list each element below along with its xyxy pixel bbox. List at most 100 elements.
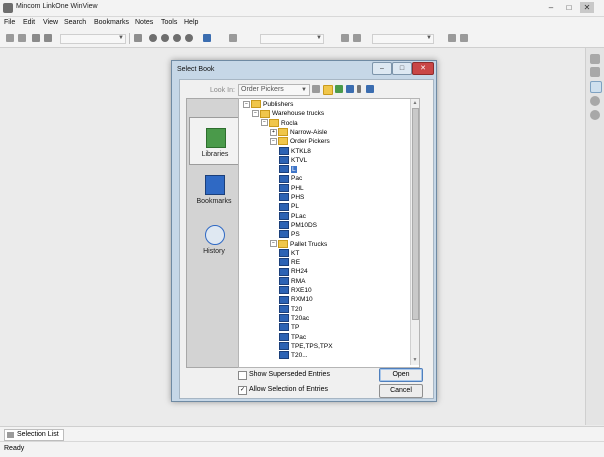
scroll-down-icon[interactable]: ▼	[412, 357, 418, 364]
menu-view[interactable]: View	[43, 19, 58, 26]
toolbar-dropdown-1[interactable]: ▼	[60, 34, 126, 44]
tree-book[interactable]: KT	[279, 249, 299, 258]
zoom-in-icon[interactable]	[149, 34, 157, 42]
tree-item-label: KT	[291, 249, 300, 257]
look-in-dropdown[interactable]: Order Pickers ▼	[238, 84, 310, 96]
tree-book[interactable]: PS	[279, 230, 300, 239]
tree-book[interactable]: L	[279, 165, 297, 174]
book-tree[interactable]: ▲ ▼ − Publishers − Warehouse trucks − Rocla + N…	[238, 98, 420, 368]
tree-book[interactable]: PHS	[279, 193, 304, 202]
book-icon	[279, 174, 289, 183]
tree-book[interactable]: RH24	[279, 267, 308, 276]
folder-icon	[251, 100, 261, 109]
page-icon[interactable]	[134, 34, 142, 42]
refresh-icon[interactable]	[185, 34, 193, 42]
up-folder-icon[interactable]	[323, 85, 333, 95]
collapse-icon[interactable]: −	[270, 240, 277, 248]
stop-icon[interactable]	[173, 34, 181, 42]
tree-book[interactable]: TPE,TPS,TPX	[279, 342, 333, 351]
menu-tools[interactable]: Tools	[161, 19, 177, 26]
tree-book[interactable]: T20...	[279, 351, 308, 360]
view-menu-icon[interactable]	[357, 85, 361, 93]
bookmark-add-icon[interactable]	[353, 34, 361, 42]
scrollbar-thumb[interactable]	[412, 108, 419, 320]
checkbox-box[interactable]	[238, 371, 247, 380]
tree-book[interactable]: PLac	[279, 211, 306, 221]
close-button[interactable]: ✕	[580, 2, 594, 13]
dialog-maximize-button[interactable]: □	[392, 62, 412, 75]
dialog-minimize-button[interactable]: –	[372, 62, 392, 75]
nav-bookmarks-label: Bookmarks	[196, 198, 232, 205]
tree-book[interactable]: Pac	[279, 174, 302, 183]
tree-folder[interactable]: − Order Pickers	[270, 137, 330, 146]
zoom-out-icon[interactable]	[161, 34, 169, 42]
tree-folder[interactable]: + Narrow-Aisle	[270, 128, 327, 137]
panel-icon-1[interactable]	[590, 54, 600, 64]
collapse-icon[interactable]: −	[270, 137, 277, 145]
book-icon	[279, 295, 289, 304]
book-icon	[279, 230, 289, 239]
menu-file[interactable]: File	[4, 19, 15, 26]
tree-folder[interactable]: − Publishers	[243, 100, 293, 109]
dialog-close-button[interactable]: ✕	[412, 62, 434, 75]
panel-icon-2[interactable]	[590, 67, 600, 77]
collapse-icon[interactable]: −	[243, 100, 250, 108]
search-icon[interactable]	[448, 34, 456, 42]
tree-book[interactable]: TPac	[279, 332, 306, 342]
collapse-icon[interactable]: −	[252, 110, 259, 118]
tree-scrollbar[interactable]: ▲ ▼	[410, 99, 419, 365]
panel-icon-5[interactable]	[590, 110, 600, 120]
nav-history[interactable]: History	[189, 215, 239, 261]
nav-bookmarks[interactable]: Bookmarks	[189, 165, 239, 211]
book-icon	[279, 183, 289, 192]
tree-book[interactable]: RXM10	[279, 295, 313, 304]
panel-icon-3[interactable]	[590, 81, 602, 93]
expand-icon[interactable]: +	[270, 128, 277, 136]
tree-book[interactable]: T20ac	[279, 314, 309, 323]
tree-book[interactable]: RE	[279, 258, 300, 267]
menu-search[interactable]: Search	[64, 19, 86, 26]
tree-book[interactable]: PM10DS	[279, 221, 317, 230]
tree-book[interactable]: KTKL8	[279, 146, 311, 156]
tree-book[interactable]: TP	[279, 323, 299, 332]
status-text: Ready	[4, 445, 25, 452]
menu-bookmarks[interactable]: Bookmarks	[94, 19, 129, 26]
tree-item-label: Rocla	[281, 119, 298, 127]
maximize-button[interactable]: □	[562, 2, 576, 13]
scroll-up-icon[interactable]: ▲	[412, 100, 418, 107]
checkbox-box[interactable]: ✓	[238, 386, 247, 395]
note-icon[interactable]	[229, 34, 237, 42]
tree-book[interactable]: KTVL	[279, 156, 307, 165]
tree-book[interactable]: RMA	[279, 276, 305, 286]
back-icon[interactable]	[6, 34, 14, 42]
tree-book[interactable]: RXE10	[279, 286, 312, 295]
back-icon[interactable]	[312, 85, 320, 93]
menu-help[interactable]: Help	[184, 19, 198, 26]
tree-folder[interactable]: − Pallet Trucks	[270, 239, 327, 249]
toolbar-dropdown-3[interactable]: ▼	[372, 34, 434, 44]
tree-book[interactable]: PL	[279, 202, 299, 211]
view-icon[interactable]	[346, 85, 354, 93]
forward-icon[interactable]	[18, 34, 26, 42]
print-icon[interactable]	[44, 34, 52, 42]
details-icon[interactable]	[366, 85, 374, 93]
find-next-icon[interactable]	[460, 34, 468, 42]
menu-edit[interactable]: Edit	[23, 19, 35, 26]
selection-list-tab[interactable]: Selection List	[4, 429, 64, 441]
cancel-button[interactable]: Cancel	[379, 384, 423, 398]
minimize-button[interactable]: –	[544, 2, 558, 13]
bookmark-icon[interactable]	[341, 34, 349, 42]
menu-notes[interactable]: Notes	[135, 19, 153, 26]
panel-icon-4[interactable]	[590, 96, 600, 106]
tree-folder[interactable]: − Rocla	[261, 118, 298, 128]
open-button[interactable]: Open	[379, 368, 423, 382]
home-icon[interactable]	[32, 34, 40, 42]
tree-book[interactable]: T20	[279, 304, 302, 314]
book-icon[interactable]	[203, 34, 211, 42]
collapse-icon[interactable]: −	[261, 119, 268, 127]
toolbar-dropdown-2[interactable]: ▼	[260, 34, 324, 44]
tree-book[interactable]: PHL	[279, 183, 304, 193]
tree-icon[interactable]	[335, 85, 343, 93]
tree-folder[interactable]: − Warehouse trucks	[252, 109, 324, 118]
nav-libraries[interactable]: Libraries	[189, 117, 241, 165]
